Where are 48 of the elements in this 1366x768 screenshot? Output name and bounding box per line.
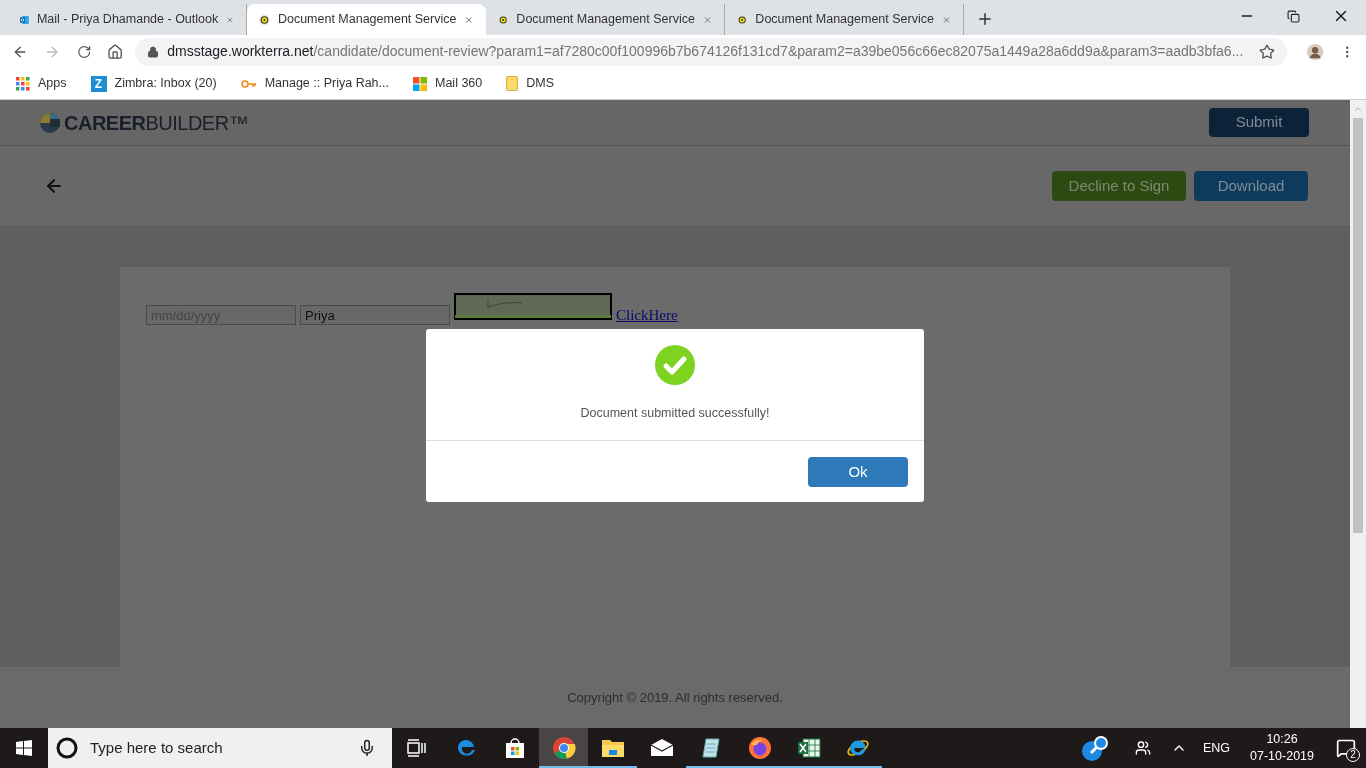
bookmark[interactable]: Z Zimbra: Inbox (20) bbox=[90, 74, 225, 93]
key-icon bbox=[240, 78, 257, 89]
reload-icon[interactable] bbox=[76, 43, 91, 60]
signature-drawing[interactable] bbox=[454, 293, 612, 320]
windows-logo-icon bbox=[16, 740, 32, 756]
zimbra-icon: Z bbox=[90, 75, 107, 92]
folder-icon bbox=[506, 76, 519, 91]
scrollbar[interactable] bbox=[1350, 100, 1366, 728]
apps-grid-icon bbox=[16, 76, 30, 91]
clock[interactable]: 10:26 07-10-2019 bbox=[1250, 731, 1314, 765]
spreadsheet-icon bbox=[796, 737, 821, 759]
lock-icon bbox=[147, 45, 160, 58]
envelope-icon bbox=[649, 739, 674, 757]
new-tab-icon[interactable] bbox=[976, 10, 994, 28]
success-check-icon bbox=[655, 345, 695, 385]
store-bag-icon bbox=[503, 737, 526, 759]
firefox-browser-icon bbox=[747, 736, 772, 760]
notepad-icon bbox=[699, 737, 722, 759]
ok-button[interactable]: Ok bbox=[808, 456, 908, 487]
browser-tab[interactable]: Document Management Service bbox=[247, 4, 486, 35]
submit-button[interactable]: Submit bbox=[1209, 108, 1309, 137]
bookmark[interactable]: DMS bbox=[506, 74, 563, 93]
chrome-browser-icon bbox=[551, 736, 576, 760]
people-icon[interactable] bbox=[1134, 740, 1151, 756]
taskbar-app[interactable] bbox=[539, 728, 588, 768]
bookmark[interactable]: Mail 360 bbox=[413, 74, 491, 93]
notification-count: 2 bbox=[1346, 748, 1360, 762]
avatar-icon[interactable] bbox=[1307, 42, 1324, 61]
restore-icon[interactable] bbox=[1287, 9, 1300, 23]
microphone-icon[interactable] bbox=[358, 739, 376, 757]
bookmark[interactable]: Manage :: Priya Rah... bbox=[240, 74, 397, 93]
home-icon[interactable] bbox=[106, 42, 124, 61]
address-bar[interactable]: dmsstage.workterra.net/candidate/document-review?param1=af7280c00f100996b7b674126f131cd7&param2=a39be056c66ec82075a1449a28a6dd9a&param3=aadb3bfa6... bbox=[135, 37, 1288, 66]
folder-icon bbox=[600, 738, 625, 758]
cortana-icon bbox=[56, 737, 78, 759]
task-view-icon bbox=[406, 739, 427, 757]
logo-mark-icon bbox=[40, 112, 60, 133]
success-message: Document submitted successfully! bbox=[580, 405, 770, 422]
action-center-icon[interactable] bbox=[1336, 738, 1356, 758]
taskbar-search-field[interactable]: Type here to search bbox=[48, 728, 392, 768]
logo: CAREERBUILDER™ bbox=[64, 110, 249, 136]
scrollbar-thumb[interactable] bbox=[1353, 118, 1363, 533]
windows-logo-icon bbox=[413, 76, 427, 91]
language-indicator[interactable]: ENG bbox=[1202, 738, 1231, 758]
bookmark[interactable]: Apps bbox=[16, 74, 75, 93]
copyright-text: Copyright © 2019. All rights reserved. bbox=[567, 688, 783, 707]
search-tool-icon[interactable] bbox=[1080, 734, 1111, 762]
bookmark-star-icon[interactable] bbox=[1259, 43, 1276, 60]
